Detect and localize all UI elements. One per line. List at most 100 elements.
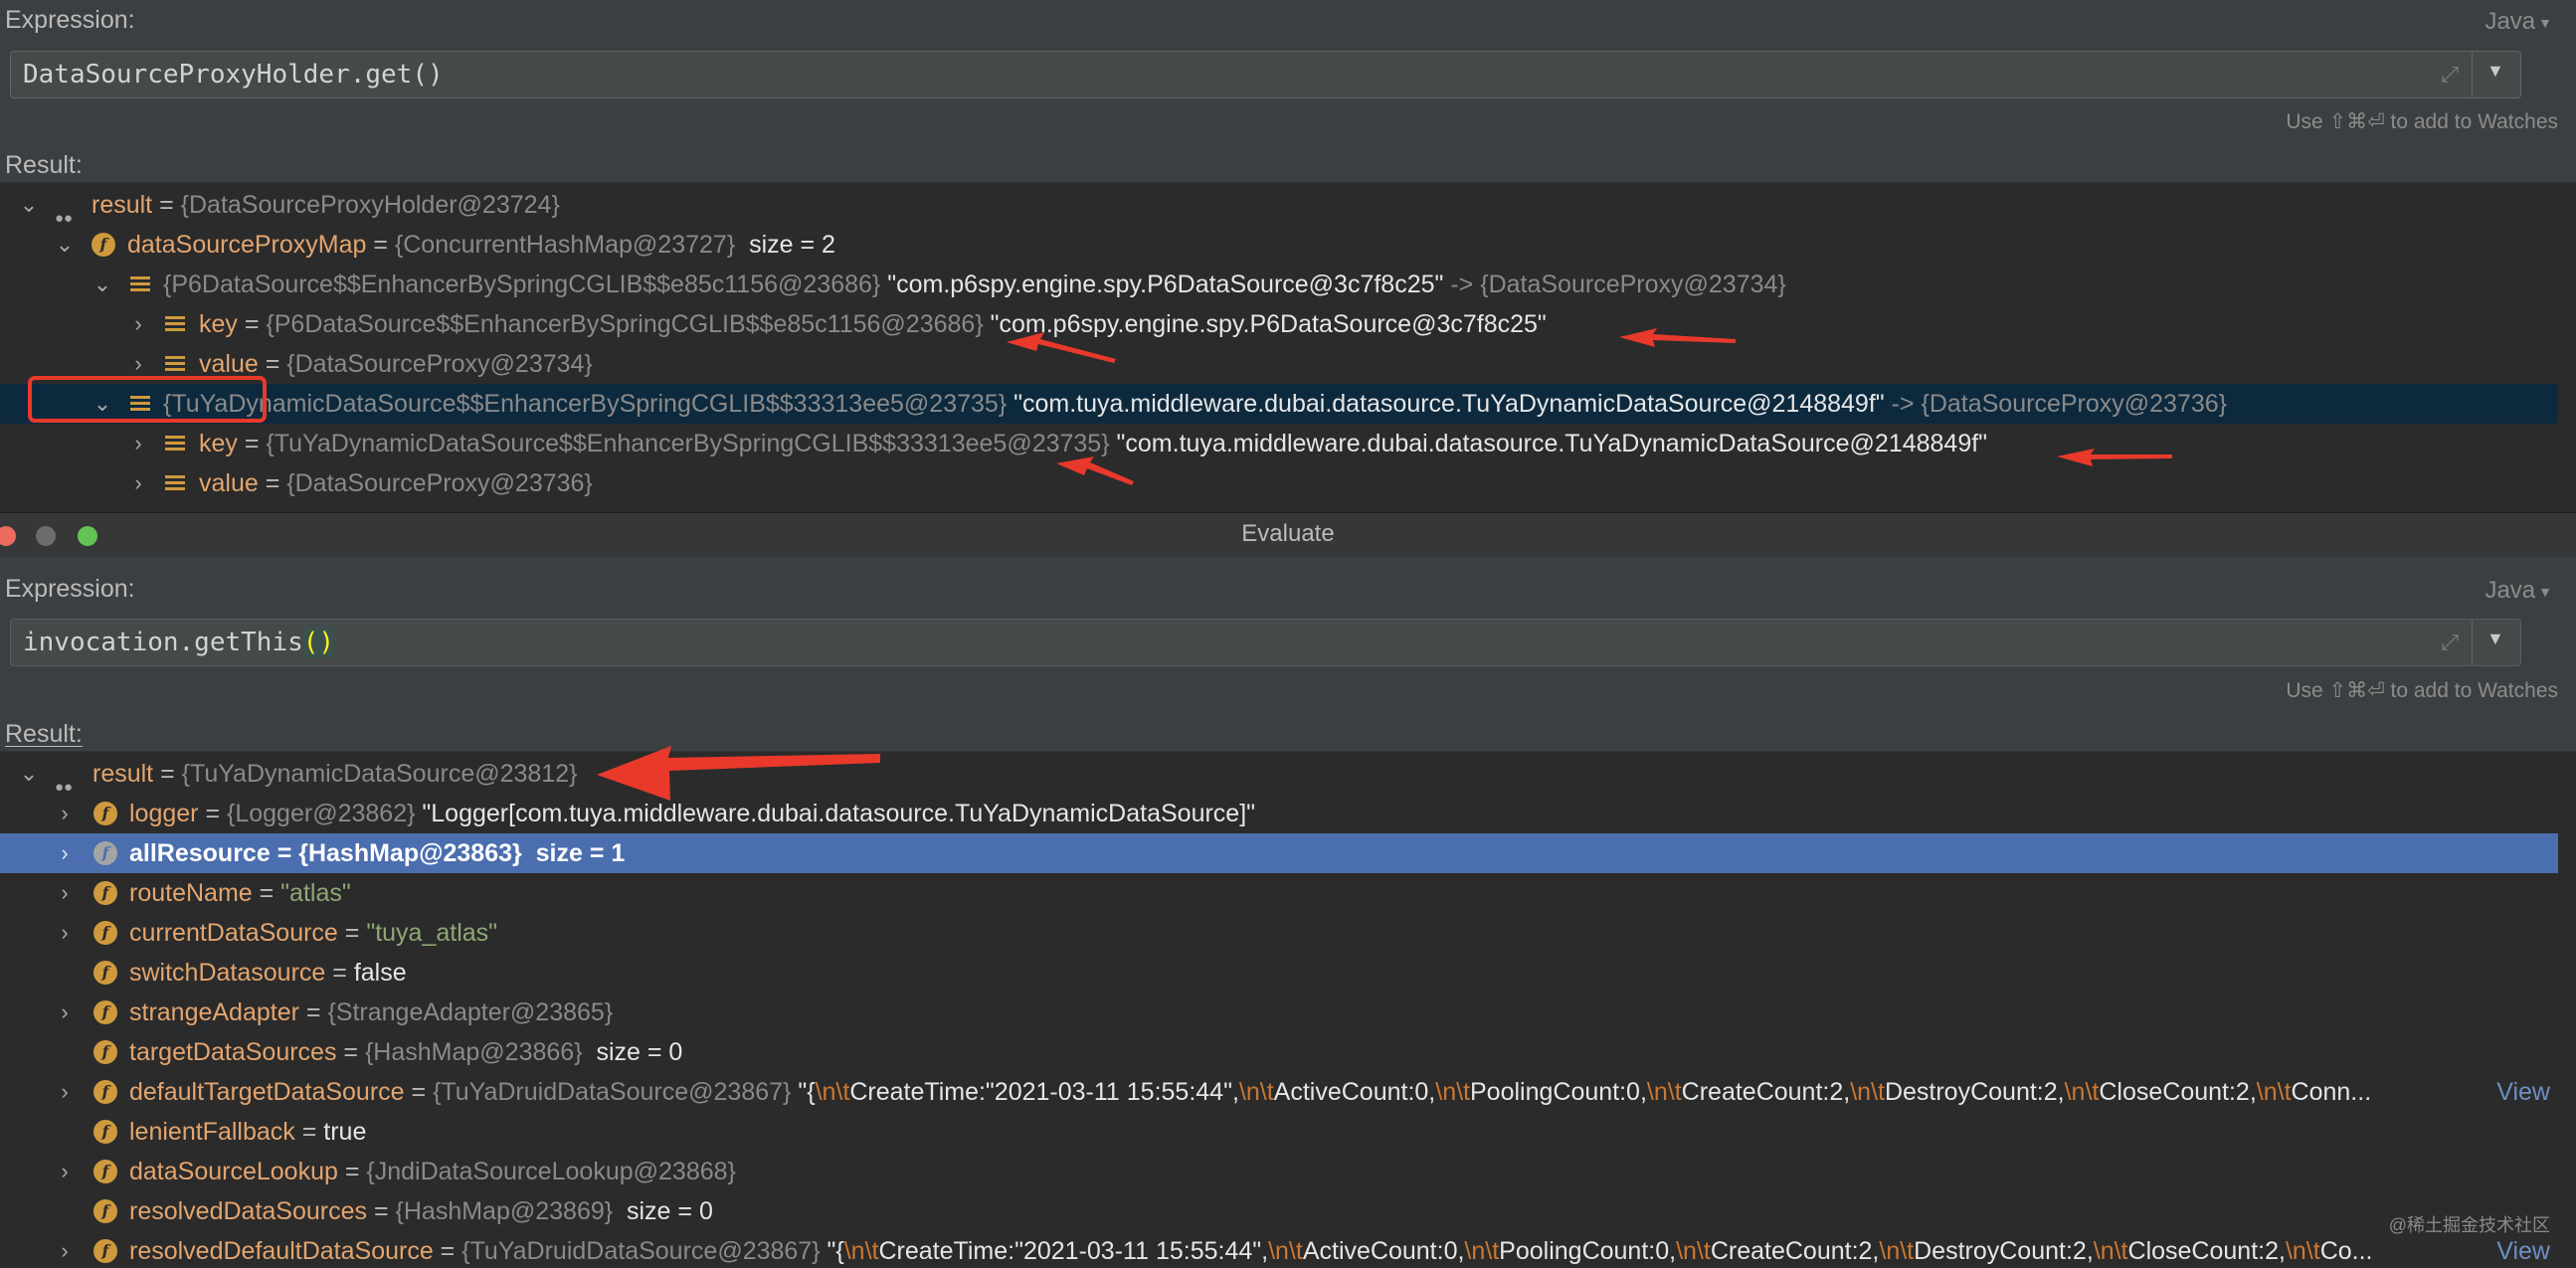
- watches-hint: Use ⇧⌘⏎ to add to Watches: [2286, 110, 2558, 133]
- expand-arrow-icon[interactable]: ›: [54, 794, 76, 833]
- expand-arrow-icon[interactable]: ›: [54, 1152, 76, 1191]
- chevron-down-icon: ▼: [2486, 61, 2504, 81]
- language-dropdown[interactable]: Java ▼: [2484, 577, 2552, 605]
- expand-arrow-icon[interactable]: ›: [127, 344, 149, 384]
- field-icon: f: [93, 921, 117, 945]
- tree-row-result[interactable]: ⌄ ●● result = {DataSourceProxyHolder@237…: [0, 185, 2558, 225]
- collapse-arrow-icon[interactable]: ⌄: [92, 265, 113, 304]
- var-type: {ConcurrentHashMap@23727}: [394, 231, 736, 259]
- var-string: "com.p6spy.engine.spy.P6DataSource@3c7f8…: [983, 310, 1547, 338]
- field-icon: f: [93, 1120, 117, 1144]
- field-icon: f: [93, 841, 117, 865]
- expand-arrow-icon[interactable]: ›: [127, 463, 149, 503]
- language-label: Java: [2484, 577, 2536, 604]
- entry-key-string: "com.p6spy.engine.spy.P6DataSource@3c7f8…: [880, 271, 1444, 298]
- expression-label: Expression:: [5, 575, 135, 603]
- expression-text[interactable]: invocation.getThis(): [23, 628, 335, 657]
- expand-arrow-icon[interactable]: ›: [54, 993, 76, 1032]
- history-dropdown-button[interactable]: ▼: [2472, 620, 2520, 665]
- field-icon: f: [93, 1239, 117, 1263]
- tree-row-datasourcelookup[interactable]: › f dataSourceLookup = {JndiDataSourceLo…: [0, 1152, 2558, 1191]
- var-type: {P6DataSource$$EnhancerBySpringCGLIB$$e8…: [266, 310, 984, 338]
- var-name: result: [92, 760, 154, 788]
- var-name: key: [199, 430, 238, 457]
- collapse-arrow-icon[interactable]: ⌄: [18, 185, 40, 225]
- expression-input[interactable]: DataSourceProxyHolder.get() ⤢ ▼: [10, 51, 2521, 98]
- var-type: {TuYaDynamicDataSource@23812}: [181, 760, 578, 788]
- tree-row-result[interactable]: ⌄ ●● result = {TuYaDynamicDataSource@238…: [0, 754, 2558, 794]
- field-icon: f: [93, 1160, 117, 1183]
- collapse-arrow-icon[interactable]: ⌄: [92, 384, 113, 424]
- watch-glasses-icon: ●●: [55, 779, 74, 794]
- tree-row-key[interactable]: › key = {P6DataSource$$EnhancerBySpringC…: [0, 304, 2558, 344]
- expression-label: Expression:: [5, 6, 135, 34]
- var-name: dataSourceProxyMap: [127, 231, 367, 259]
- var-name: key: [199, 310, 238, 338]
- expand-icon[interactable]: ⤢: [2441, 62, 2459, 88]
- expand-arrow-icon[interactable]: ›: [54, 833, 76, 873]
- map-entry-icon: [165, 436, 185, 452]
- map-entry-icon: [130, 396, 150, 412]
- tree-row-map-entry-selected[interactable]: ⌄ {TuYaDynamicDataSource$$EnhancerBySpri…: [0, 384, 2558, 424]
- language-dropdown[interactable]: Java ▼: [2484, 8, 2552, 36]
- watch-glasses-icon: ●●: [55, 210, 74, 225]
- tree-row-value[interactable]: › value = {DataSourceProxy@23736}: [0, 463, 2558, 503]
- tree-row-resolveddatasources[interactable]: f resolvedDataSources = {HashMap@23869} …: [0, 1191, 2558, 1231]
- entry-key-type: {P6DataSource$$EnhancerBySpringCGLIB$$e8…: [163, 271, 881, 298]
- var-type: {DataSourceProxy@23734}: [286, 350, 593, 378]
- tree-row-allresource-selected[interactable]: › f allResource = {HashMap@23863} size =…: [0, 833, 2558, 873]
- var-type: {TuYaDynamicDataSource$$EnhancerBySpring…: [266, 430, 1110, 457]
- var-string: "com.tuya.middleware.dubai.datasource.Tu…: [1109, 430, 1988, 457]
- tree-row-switchdatasource[interactable]: f switchDatasource = false: [0, 953, 2558, 993]
- field-icon: f: [93, 1199, 117, 1223]
- evaluate-window-titlebar[interactable]: Evaluate: [0, 512, 2576, 558]
- result-label: Result:: [5, 151, 83, 179]
- chevron-down-icon: ▼: [2538, 583, 2552, 600]
- tree-row-strangeadapter[interactable]: › f strangeAdapter = {StrangeAdapter@238…: [0, 993, 2558, 1032]
- var-type: {DataSourceProxyHolder@23724}: [180, 191, 560, 219]
- field-icon: f: [93, 881, 117, 905]
- collapse-arrow-icon[interactable]: ⌄: [54, 225, 76, 265]
- tree-row-key[interactable]: › key = {TuYaDynamicDataSource$$Enhancer…: [0, 424, 2558, 463]
- var-name: value: [199, 469, 259, 497]
- tree-row-datasourceproxymap[interactable]: ⌄ f dataSourceProxyMap = {ConcurrentHash…: [0, 225, 2558, 265]
- expand-arrow-icon[interactable]: ›: [54, 913, 76, 953]
- tree-row-value[interactable]: › value = {DataSourceProxy@23734}: [0, 344, 2558, 384]
- field-icon: f: [93, 1000, 117, 1024]
- map-entry-icon: [165, 356, 185, 372]
- watches-hint: Use ⇧⌘⏎ to add to Watches: [2286, 679, 2558, 702]
- window-title: Evaluate: [1241, 520, 1335, 547]
- tree-row-currentdatasource[interactable]: › f currentDataSource = "tuya_atlas": [0, 913, 2558, 953]
- entry-key-string: "com.tuya.middleware.dubai.datasource.Tu…: [1007, 390, 1885, 418]
- expand-arrow-icon[interactable]: ›: [54, 1072, 76, 1112]
- tree-row-defaulttargetdatasource[interactable]: › f defaultTargetDataSource = {TuYaDruid…: [0, 1072, 2558, 1112]
- expand-icon[interactable]: ⤢: [2441, 630, 2459, 655]
- result-label: Result:: [5, 720, 83, 748]
- expand-arrow-icon[interactable]: ›: [127, 304, 149, 344]
- tree-row-map-entry[interactable]: ⌄ {P6DataSource$$EnhancerBySpringCGLIB$$…: [0, 265, 2558, 304]
- field-icon: f: [92, 233, 115, 257]
- collapse-arrow-icon[interactable]: ⌄: [18, 754, 40, 794]
- tree-row-lenientfallback[interactable]: f lenientFallback = true: [0, 1112, 2558, 1152]
- entry-value: -> {DataSourceProxy@23734}: [1443, 271, 1786, 298]
- top-evaluate-panel: Expression: Java ▼ DataSourceProxyHolder.…: [0, 0, 2576, 513]
- history-dropdown-button[interactable]: ▼: [2472, 52, 2520, 97]
- tree-row-targetdatasources[interactable]: f targetDataSources = {HashMap@23866} si…: [0, 1032, 2558, 1072]
- entry-value: -> {DataSourceProxy@23736}: [1884, 390, 2227, 418]
- expression-input[interactable]: invocation.getThis() ⤢ ▼: [10, 619, 2521, 666]
- var-extra: size = 2: [735, 231, 835, 259]
- expand-arrow-icon[interactable]: ›: [127, 424, 149, 463]
- map-entry-icon: [130, 276, 150, 292]
- expand-arrow-icon[interactable]: ›: [54, 873, 76, 913]
- result-tree: ⌄ ●● result = {TuYaDynamicDataSource@238…: [0, 751, 2576, 1268]
- tree-row-routename[interactable]: › f routeName = "atlas": [0, 873, 2558, 913]
- expand-arrow-icon[interactable]: ›: [54, 1231, 76, 1268]
- watermark: @稀土掘金技术社区: [2388, 1215, 2550, 1235]
- field-icon: f: [93, 1040, 117, 1064]
- tree-row-logger[interactable]: › f logger = {Logger@23862} "Logger[com.…: [0, 794, 2558, 833]
- tree-row-resolveddefaultdatasource[interactable]: › f resolvedDefaultDataSource = {TuYaDru…: [0, 1231, 2558, 1268]
- view-link[interactable]: View: [2496, 1072, 2550, 1112]
- expression-text[interactable]: DataSourceProxyHolder.get(): [23, 60, 444, 90]
- var-type: {DataSourceProxy@23736}: [286, 469, 593, 497]
- map-entry-icon: [165, 316, 185, 332]
